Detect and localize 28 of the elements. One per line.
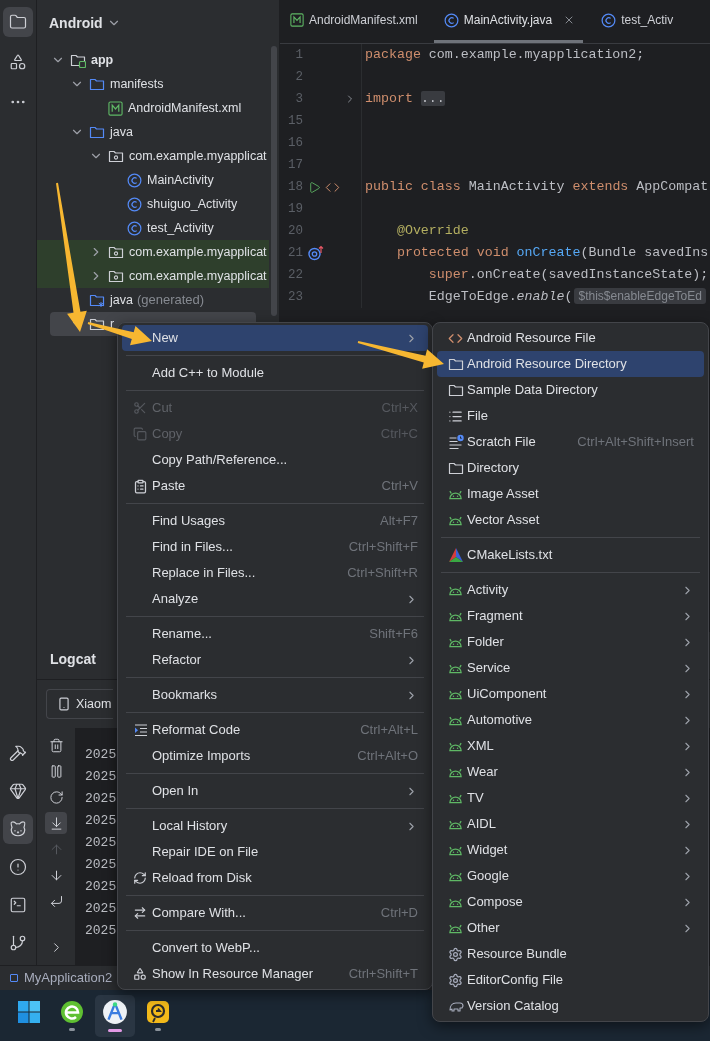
log-timestamp: 2025 (85, 746, 117, 765)
code-line: super.onCreate(savedInstanceState); (427, 266, 709, 285)
code-line: package com.example.myapplication2; (365, 46, 645, 65)
code-line: EdgeToEdge.enable( $this$enableEdgeToEd (365, 287, 706, 307)
line-number: 22 (287, 266, 303, 284)
line-number: 3 (294, 90, 303, 108)
line-number: 15 (287, 112, 303, 130)
line-number: 2 (294, 68, 303, 86)
line-number: 16 (287, 134, 303, 152)
log-timestamp: 2025 (85, 900, 117, 919)
log-timestamp: 2025 (85, 878, 117, 897)
log-timestamp: 2025 (85, 768, 117, 787)
line-number: 20 (287, 222, 303, 240)
line-number: 1 (294, 46, 303, 64)
code-line: @Override (395, 222, 469, 241)
log-timestamp: 2025 (85, 922, 117, 941)
log-timestamp: 2025 (85, 856, 117, 875)
code-line: import ... (365, 90, 445, 109)
log-timestamp: 2025 (85, 812, 117, 831)
code-line: protected void onCreate(Bundle savedIns (395, 244, 709, 263)
line-number: 19 (287, 200, 303, 218)
log-timestamp: 2025 (85, 834, 117, 853)
line-number: 18 (287, 178, 303, 196)
line-number: 17 (287, 156, 303, 174)
line-number: 23 (287, 288, 303, 306)
line-number: 21 (287, 244, 303, 262)
code-line: public class MainActivity extends AppCompat (365, 178, 709, 197)
log-timestamp: 2025 (85, 790, 117, 809)
